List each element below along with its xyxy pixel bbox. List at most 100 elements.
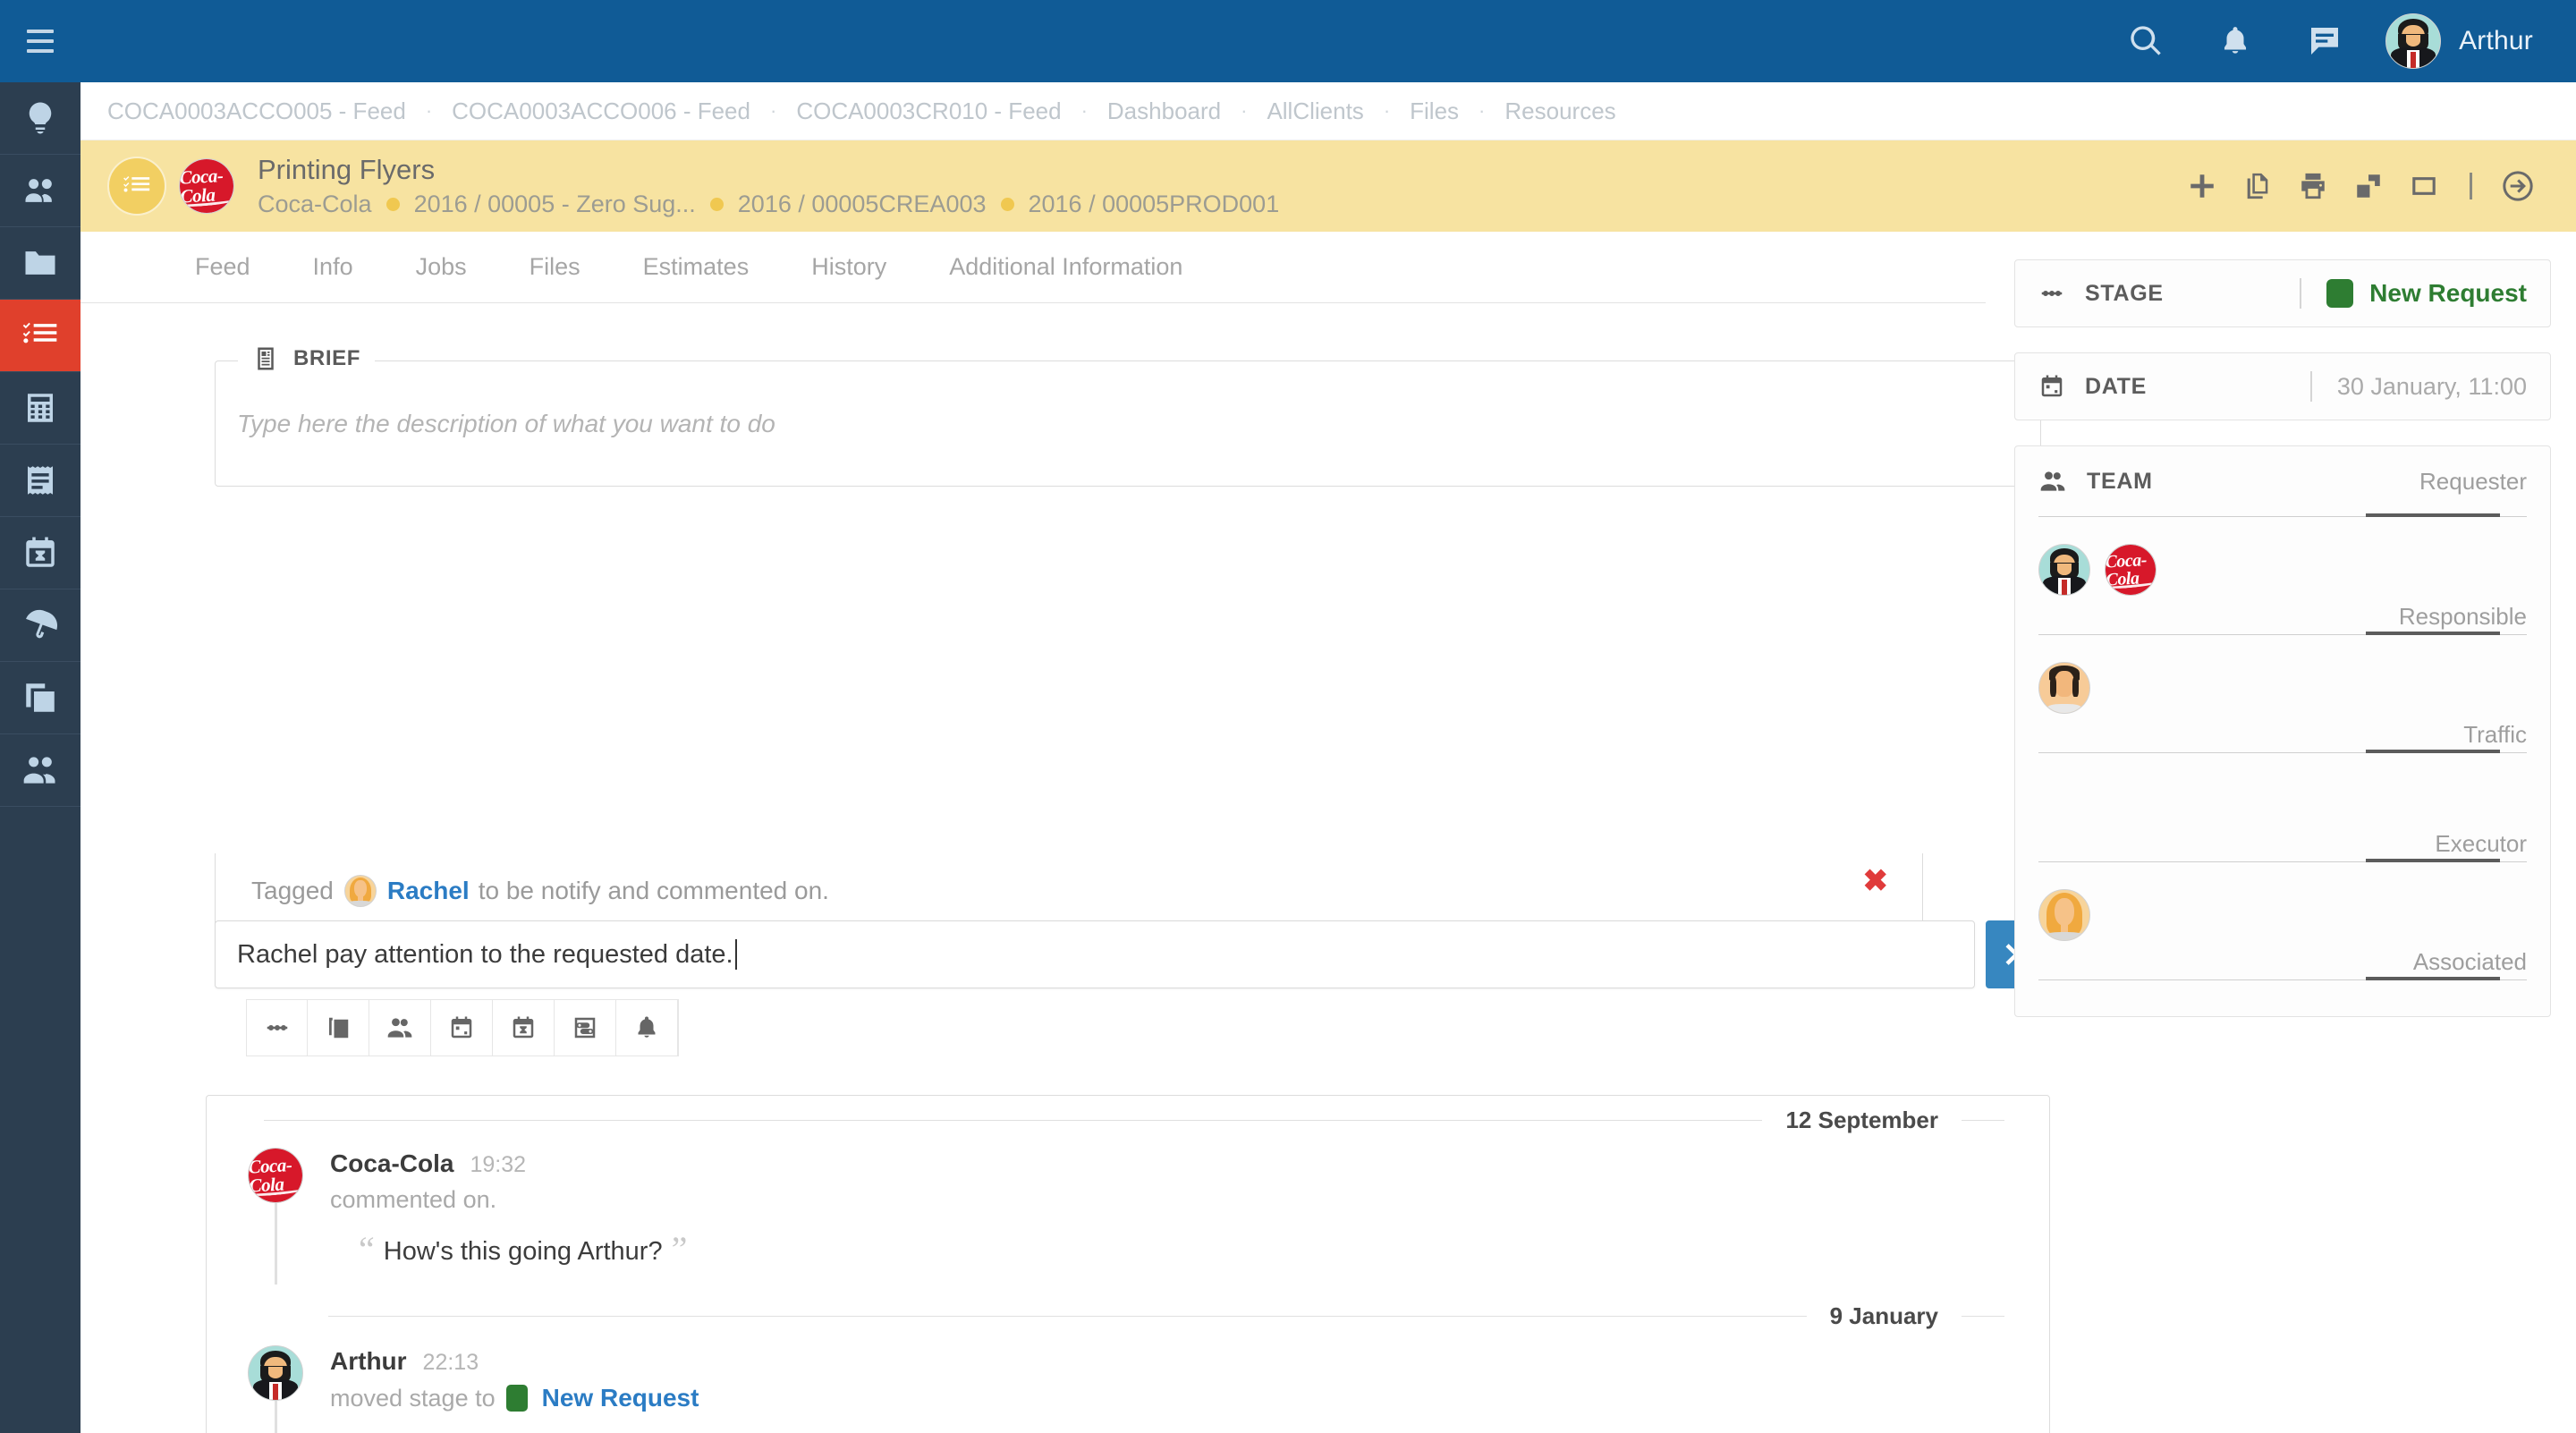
bell-icon[interactable] bbox=[2190, 0, 2280, 82]
people-icon[interactable] bbox=[369, 1000, 432, 1056]
sidebar-item-estimates[interactable] bbox=[0, 372, 80, 445]
tab-files[interactable]: Files bbox=[530, 253, 580, 281]
hamburger-icon[interactable] bbox=[0, 0, 80, 82]
date-value[interactable]: 30 January, 11:00 bbox=[2337, 373, 2527, 401]
feed-quote: “ How's this going Arthur? ” bbox=[359, 1232, 687, 1268]
sidebar-item-schedule[interactable] bbox=[0, 517, 80, 589]
chat-icon[interactable] bbox=[2280, 0, 2369, 82]
role-avatar-list[interactable] bbox=[2038, 753, 2527, 830]
team-role-associated bbox=[2015, 977, 2550, 1016]
bullet-icon bbox=[709, 198, 724, 212]
tab-bar: Feed Info Jobs Files Estimates History A… bbox=[80, 232, 1986, 303]
calendar-hourglass-icon[interactable] bbox=[493, 1000, 555, 1056]
calendar-hourglass-icon bbox=[26, 537, 55, 567]
avatar[interactable] bbox=[2038, 889, 2090, 941]
brief-input[interactable]: Type here the description of what you wa… bbox=[216, 361, 2040, 486]
role-underline bbox=[2038, 513, 2527, 517]
stage-card[interactable]: STAGE New Request bbox=[2014, 259, 2551, 327]
layers-icon bbox=[26, 683, 55, 712]
tab-estimates[interactable]: Estimates bbox=[643, 253, 750, 281]
calendar-icon[interactable] bbox=[431, 1000, 494, 1056]
breadcrumb-separator: · bbox=[769, 99, 777, 122]
duplicate-icon[interactable] bbox=[2230, 158, 2285, 214]
lightbulb-icon bbox=[29, 102, 52, 134]
job-chip[interactable]: 2016 / 00005PROD001 bbox=[1029, 191, 1280, 218]
print-icon[interactable] bbox=[2285, 158, 2341, 214]
divider bbox=[328, 1315, 1807, 1317]
tab-history[interactable]: History bbox=[811, 253, 886, 281]
avatar bbox=[2385, 13, 2442, 69]
breadcrumb-item[interactable]: Dashboard bbox=[1107, 98, 1221, 125]
tab-jobs[interactable]: Jobs bbox=[416, 253, 467, 281]
role-label: Responsible bbox=[2398, 603, 2527, 630]
tab-feed[interactable]: Feed bbox=[195, 253, 250, 281]
job-header-actions bbox=[2174, 158, 2546, 214]
breadcrumb-item[interactable]: Resources bbox=[1504, 98, 1615, 125]
role-avatar-list[interactable] bbox=[2038, 635, 2527, 721]
sidebar-item-library[interactable] bbox=[0, 662, 80, 734]
arrow-right-circle-icon[interactable] bbox=[2490, 158, 2546, 214]
team-role-requester: Coca-Cola Responsible bbox=[2015, 513, 2550, 634]
feed-date-separator: 9 January bbox=[207, 1292, 2049, 1340]
tagged-user-name[interactable]: Rachel bbox=[387, 877, 470, 905]
breadcrumb-item[interactable]: COCA0003CR010 - Feed bbox=[796, 98, 1061, 125]
date-card-head: DATE 30 January, 11:00 bbox=[2015, 353, 2550, 420]
stage-value-group: New Request bbox=[2300, 278, 2527, 309]
layers-icon[interactable] bbox=[308, 1000, 370, 1056]
feed-stage-name[interactable]: New Request bbox=[542, 1384, 699, 1412]
sidebar-item-clients[interactable] bbox=[0, 155, 80, 227]
job-chip[interactable]: 2016 / 00005CREA003 bbox=[738, 191, 987, 218]
tab-additional-information[interactable]: Additional Information bbox=[949, 253, 1182, 281]
team-label: TEAM bbox=[2087, 468, 2153, 494]
breadcrumb-item[interactable]: AllClients bbox=[1267, 98, 1363, 125]
brief-placeholder: Type here the description of what you wa… bbox=[237, 409, 775, 437]
feed-timeline bbox=[275, 1401, 277, 1433]
sidebar-item-projects[interactable] bbox=[0, 227, 80, 300]
avatar[interactable]: Coca-Cola bbox=[2105, 544, 2157, 596]
breadcrumb-separator: · bbox=[425, 99, 433, 122]
avatar[interactable] bbox=[2038, 662, 2090, 714]
date-card[interactable]: DATE 30 January, 11:00 bbox=[2014, 352, 2551, 420]
stage-dots-icon bbox=[2041, 290, 2063, 296]
toggles-icon[interactable] bbox=[555, 1000, 616, 1056]
role-avatar-list[interactable] bbox=[2038, 980, 2527, 1016]
stage-dots-icon[interactable] bbox=[246, 1000, 309, 1056]
breadcrumb-item[interactable]: COCA0003ACCO006 - Feed bbox=[452, 98, 750, 125]
breadcrumb-item[interactable]: COCA0003ACCO005 - Feed bbox=[107, 98, 406, 125]
bell-icon[interactable] bbox=[616, 1000, 678, 1056]
activity-feed: 12 September Coca-Cola Coca-Cola 19:32 c… bbox=[206, 1095, 2050, 1433]
tab-info[interactable]: Info bbox=[313, 253, 353, 281]
close-icon[interactable]: ✖ bbox=[1863, 866, 1889, 896]
search-icon[interactable] bbox=[2101, 0, 2190, 82]
client-name[interactable]: Coca-Cola bbox=[258, 191, 372, 218]
checklist-icon[interactable] bbox=[107, 157, 166, 216]
comment-input[interactable]: Rachel pay attention to the requested da… bbox=[215, 920, 1975, 988]
sidebar-item-jobs[interactable] bbox=[0, 300, 80, 372]
avatar[interactable] bbox=[2038, 544, 2090, 596]
calculator-icon bbox=[28, 394, 53, 422]
team-role-traffic: Executor bbox=[2015, 750, 2550, 861]
user-name: Arthur bbox=[2459, 26, 2533, 55]
sidebar-item-invoices[interactable] bbox=[0, 445, 80, 517]
team-role-responsible: Traffic bbox=[2015, 632, 2550, 752]
job-chip[interactable]: 2016 / 00005 - Zero Sug... bbox=[414, 191, 696, 218]
sidebar-item-users[interactable] bbox=[0, 734, 80, 807]
avatar bbox=[248, 1345, 303, 1401]
window-icon[interactable] bbox=[2396, 158, 2452, 214]
role-avatar-list[interactable]: Coca-Cola bbox=[2038, 517, 2527, 603]
tagged-notice: Tagged Rachel to be notify and commented… bbox=[215, 853, 1923, 928]
team-role-label-requester: Requester bbox=[2419, 468, 2527, 496]
plus-icon[interactable] bbox=[2174, 158, 2230, 214]
sidebar-item-ideas[interactable] bbox=[0, 82, 80, 155]
feed-time: 19:32 bbox=[470, 1152, 527, 1177]
divider bbox=[1962, 1119, 2004, 1121]
main-content: Type here the description of what you wa… bbox=[80, 303, 2050, 1433]
breadcrumb-item[interactable]: Files bbox=[1410, 98, 1459, 125]
feed-date-label: 9 January bbox=[1829, 1302, 1938, 1329]
user-menu[interactable]: Arthur bbox=[2369, 13, 2576, 69]
stage-value[interactable]: New Request bbox=[2369, 279, 2527, 308]
sidebar-item-media[interactable] bbox=[0, 589, 80, 662]
windows-icon[interactable] bbox=[2341, 158, 2396, 214]
breadcrumb-separator: · bbox=[1241, 99, 1248, 122]
role-avatar-list[interactable] bbox=[2038, 862, 2527, 948]
